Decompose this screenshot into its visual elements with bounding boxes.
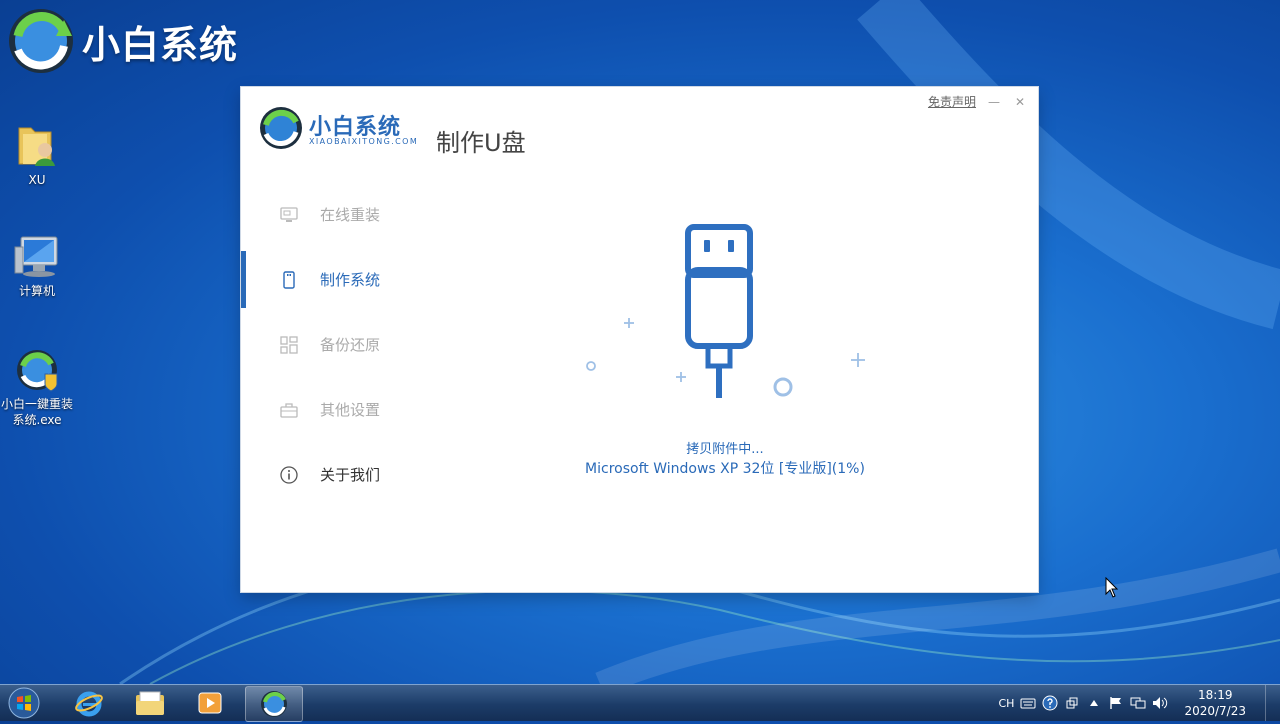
taskbar-xiaobai-button[interactable]: [245, 686, 303, 722]
start-button[interactable]: [4, 686, 44, 720]
user-folder-icon: [18, 127, 55, 166]
desktop-brand-name: 小白系统: [82, 22, 239, 67]
page-title: 制作U盘: [436, 129, 526, 157]
windows-start-icon: [8, 687, 40, 719]
sidebar-item-backup-restore[interactable]: 备份还原: [241, 312, 441, 377]
sidebar-item-online-reinstall[interactable]: 在线重装: [241, 182, 441, 247]
usb-illustration: [586, 224, 865, 398]
toolbox-icon: [279, 400, 299, 420]
active-indicator: [241, 251, 246, 308]
desktop-icon-label: XU: [28, 173, 46, 187]
usb-stick-icon: [685, 224, 753, 398]
volume-icon[interactable]: [1152, 695, 1168, 711]
xiaobai-logo-icon: [260, 107, 302, 149]
sidebar-item-label: 在线重装: [320, 206, 381, 224]
media-player-icon: [198, 692, 222, 714]
desktop-icon-label: 小白一鍵重装系统.exe: [0, 397, 73, 427]
desktop-icon-xu[interactable]: XU: [0, 120, 74, 188]
show-desktop-button[interactable]: [1265, 685, 1280, 721]
taskbar-ie-button[interactable]: [62, 686, 116, 720]
xiaobai-exe-icon: [17, 350, 58, 392]
grid-icon: [279, 335, 299, 355]
system-tray: CH 18:19 2020/7/23: [998, 685, 1246, 721]
xiaobai-logo-icon: [9, 9, 73, 73]
info-icon: [279, 465, 299, 485]
progress-detail-text: Microsoft Windows XP 32位 [专业版](1%): [585, 461, 865, 477]
sidebar-item-other-settings[interactable]: 其他设置: [241, 377, 441, 442]
desktop-icon-computer[interactable]: 计算机: [0, 235, 74, 299]
show-hidden-icons-icon[interactable]: [1086, 695, 1102, 711]
desktop-brand: 小白系统: [6, 6, 238, 76]
help-icon[interactable]: [1042, 695, 1058, 711]
app-subtitle: XIAOBAIXITONG.COM: [309, 137, 419, 146]
language-indicator[interactable]: CH: [998, 695, 1014, 711]
disclaimer-link[interactable]: 免责声明: [928, 93, 976, 110]
status-text: 拷贝附件中...: [686, 442, 764, 457]
xiaobai-logo-icon: [261, 691, 287, 717]
sidebar-nav: 在线重装 制作系统 备份还原 其他设置 关于我们: [241, 182, 441, 507]
taskbar-media-player-button[interactable]: [183, 686, 237, 720]
keyboard-icon[interactable]: [1020, 695, 1036, 711]
sidebar-item-label: 备份还原: [320, 336, 381, 354]
sidebar-item-label: 其他设置: [320, 401, 381, 419]
sidebar-item-label: 关于我们: [320, 466, 381, 484]
folder-icon: [136, 691, 164, 715]
monitor-icon: [279, 205, 299, 225]
clock-time: 18:19: [1197, 688, 1233, 702]
close-button[interactable]: ✕: [1012, 94, 1028, 110]
taskbar: CH 18:19 2020/7/23: [0, 684, 1280, 722]
internet-explorer-icon: [75, 691, 103, 717]
sidebar-item-about-us[interactable]: 关于我们: [241, 442, 441, 507]
sidebar-item-label: 制作系统: [320, 271, 381, 289]
action-center-flag-icon[interactable]: [1108, 695, 1124, 711]
computer-icon: [14, 236, 58, 277]
desktop-icon-label: 计算机: [18, 284, 55, 298]
sparkle-decorations: [586, 318, 865, 397]
desktop-icon-xiaobai-exe[interactable]: 小白一鍵重装系统.exe: [0, 348, 74, 428]
window-controls: 免责声明 — ✕: [928, 93, 1028, 110]
app-window: 免责声明 — ✕ 小白系统 XIAOBAIXITONG.COM 制作U盘 在线重…: [241, 87, 1038, 592]
clock-date: 2020/7/23: [1184, 704, 1246, 718]
mouse-cursor-icon: [1105, 577, 1119, 598]
minimize-button[interactable]: —: [986, 94, 1002, 110]
network-icon[interactable]: [1130, 695, 1146, 711]
sidebar-item-make-system[interactable]: 制作系统: [241, 247, 441, 312]
restore-window-icon[interactable]: [1064, 695, 1080, 711]
clock[interactable]: 18:19 2020/7/23: [1184, 687, 1246, 719]
taskbar-explorer-button[interactable]: [123, 686, 177, 720]
usb-drive-icon: [279, 270, 299, 290]
